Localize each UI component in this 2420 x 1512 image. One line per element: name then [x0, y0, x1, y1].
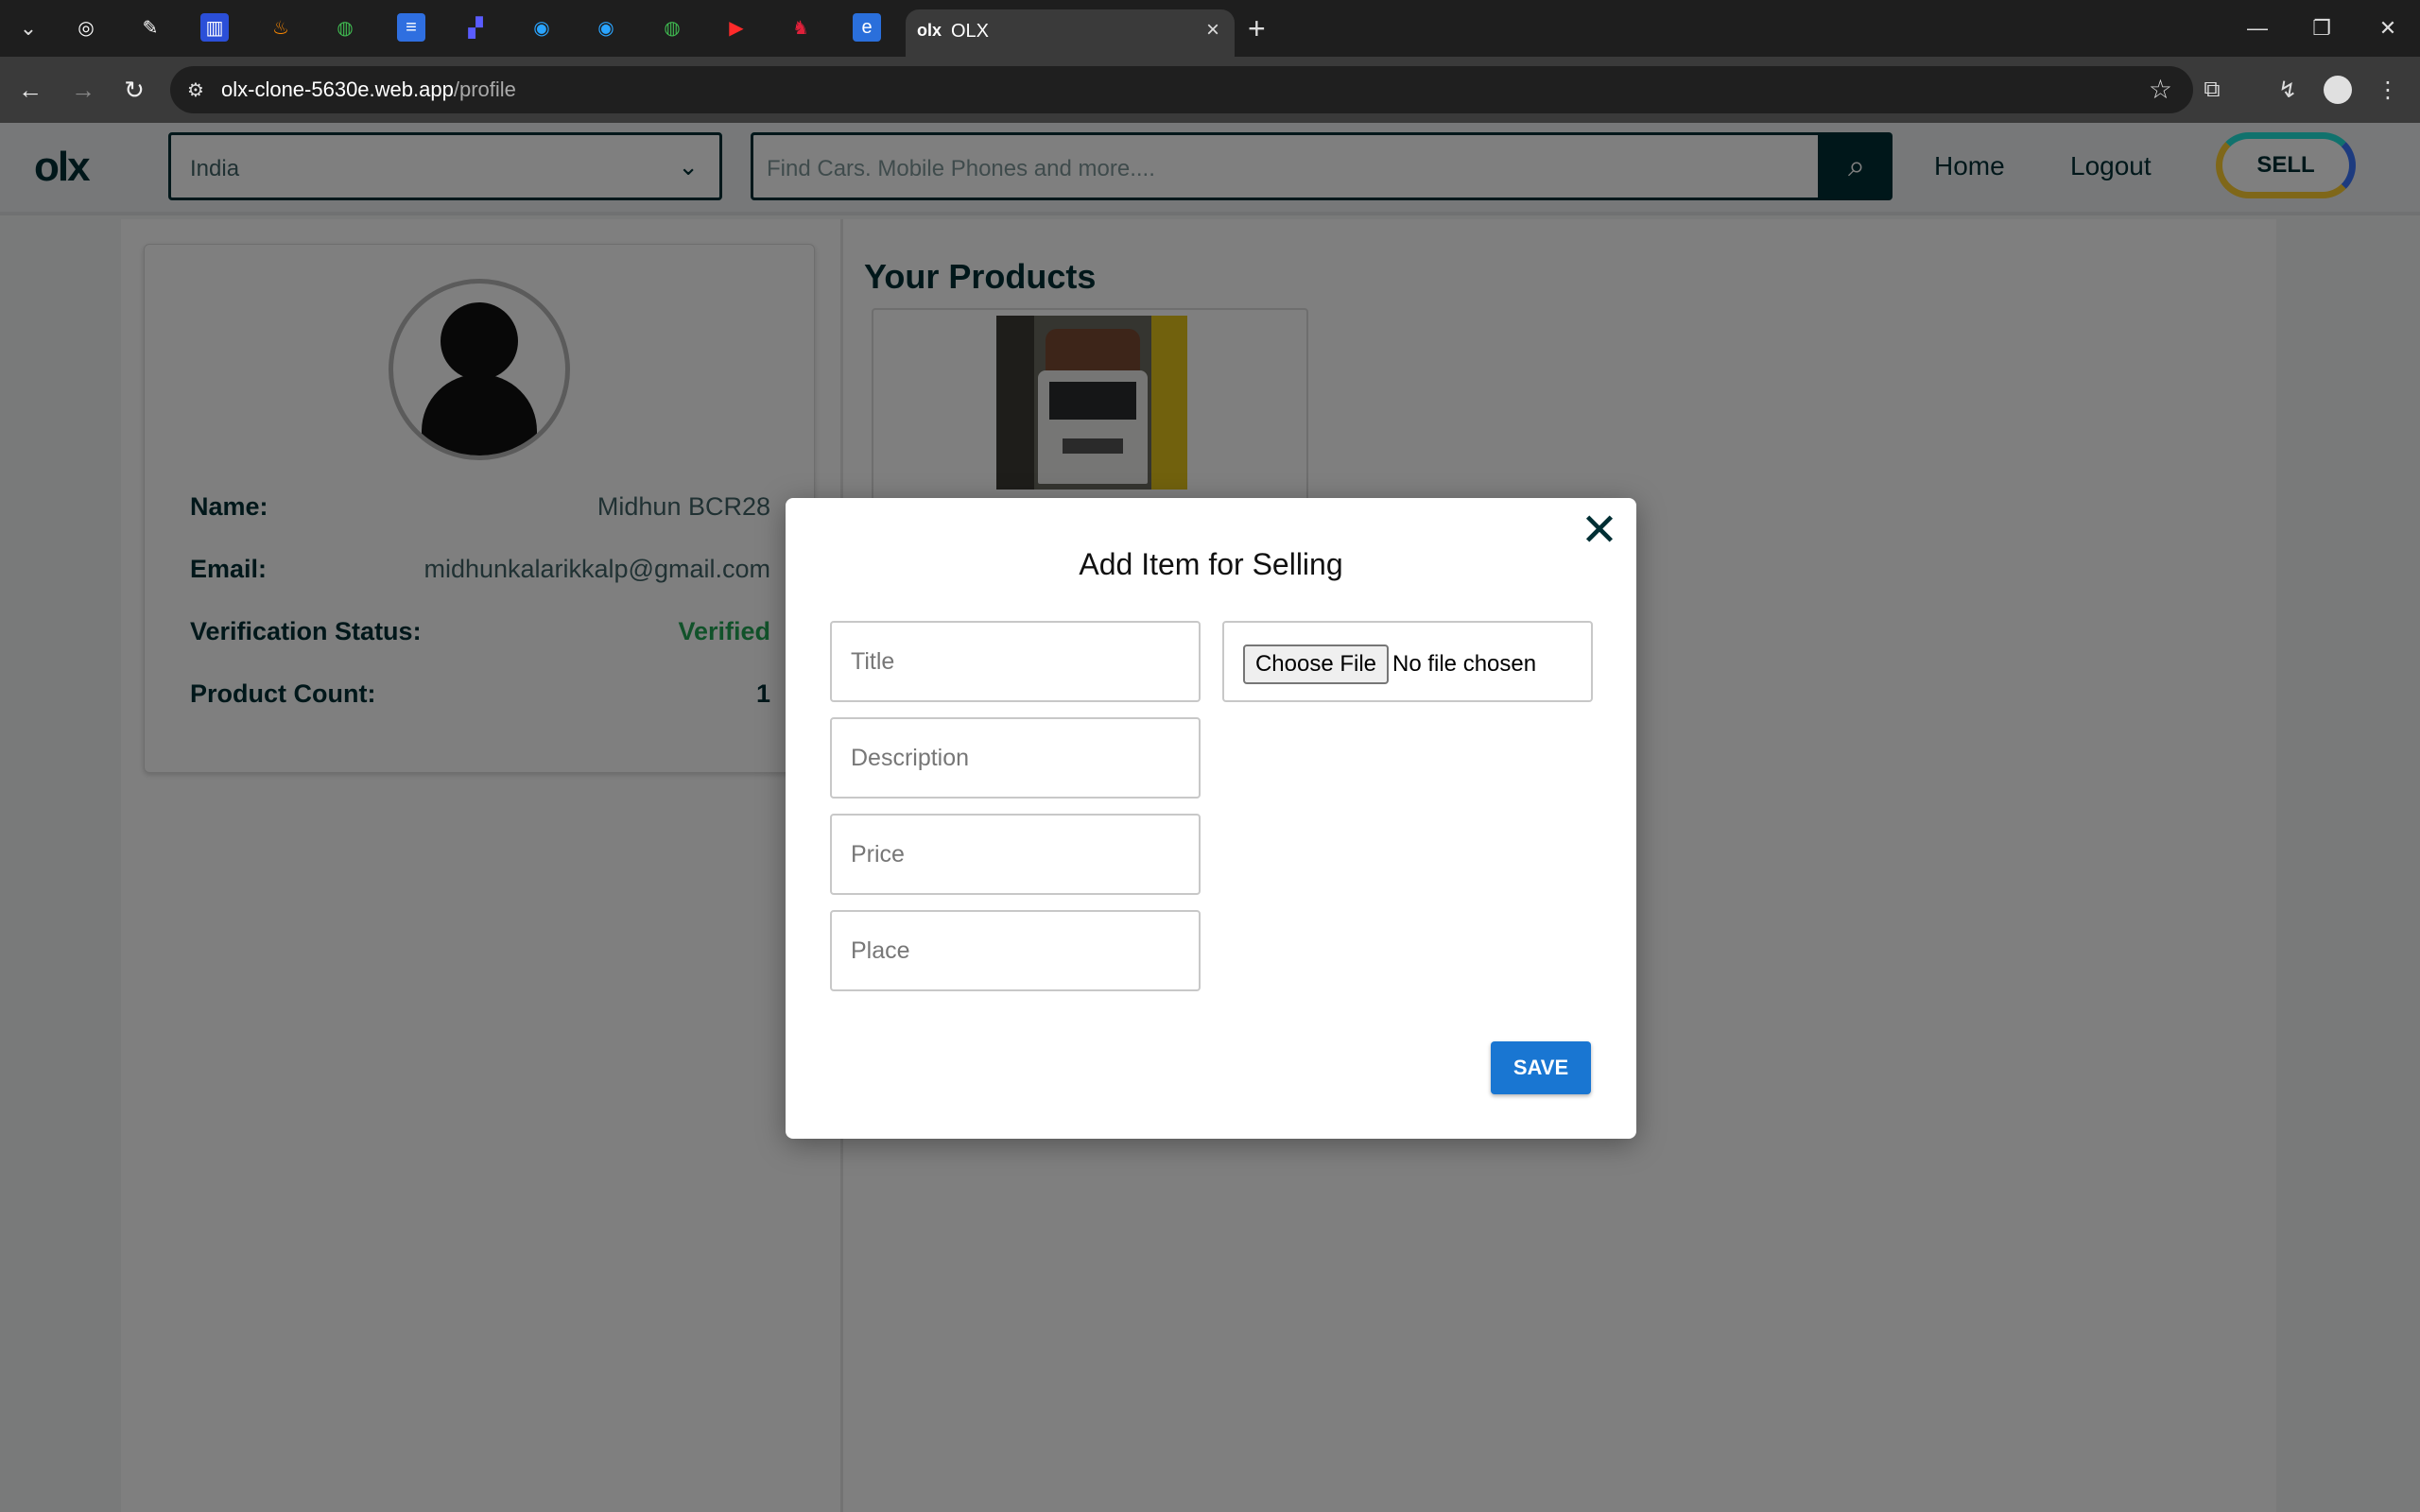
close-icon[interactable]: ✕	[1580, 508, 1619, 554]
youtube-icon[interactable]: ▶	[722, 13, 751, 42]
file-status: No file chosen	[1392, 651, 1537, 677]
nms-icon[interactable]: ▥	[200, 13, 229, 42]
tab-search-dropdown-icon[interactable]: ⌄	[13, 13, 43, 43]
browser-tab-bar: ⌄ ◎ ✎ ▥ ♨ ◍ ≡ ▞ ◉ ◉ ◍ ▶ ♞ e olx OLX × + …	[0, 0, 2420, 57]
add-item-modal: ✕ Add Item for Selling Title Description…	[786, 498, 1636, 1139]
title-placeholder: Title	[851, 648, 895, 675]
browser-toolbar: ← → ↻ ⚙ olx-clone-5630e.web.app/profile …	[0, 57, 2420, 123]
firebase-icon[interactable]: ♨	[267, 13, 295, 42]
tab-favicon-olx: olx	[917, 21, 942, 40]
new-tab-icon[interactable]: +	[1248, 11, 1266, 46]
window-close-icon[interactable]: ✕	[2369, 9, 2407, 47]
forward-icon[interactable]: →	[66, 73, 100, 107]
url-text: olx-clone-5630e.web.app/profile	[221, 77, 516, 102]
description-input[interactable]: Description	[830, 717, 1201, 799]
price-input[interactable]: Price	[830, 814, 1201, 895]
tab-close-icon[interactable]: ×	[1206, 17, 1219, 43]
place-placeholder: Place	[851, 937, 910, 964]
place-input[interactable]: Place	[830, 910, 1201, 991]
menu-kebab-icon[interactable]: ⋮	[2371, 73, 2405, 107]
choose-file-button[interactable]: Choose File	[1243, 644, 1389, 684]
bookmark-star-icon[interactable]: ☆	[2149, 74, 2172, 105]
title-input[interactable]: Title	[830, 621, 1201, 702]
url-path: /profile	[453, 77, 516, 101]
chrome-app-icon[interactable]: ◉	[592, 13, 620, 42]
save-button[interactable]: SAVE	[1491, 1041, 1591, 1094]
modal-title: Add Item for Selling	[1079, 547, 1343, 581]
address-bar[interactable]: ⚙ olx-clone-5630e.web.app/profile ☆	[170, 66, 2193, 113]
reload-icon[interactable]: ↻	[117, 73, 151, 107]
site-info-icon[interactable]: ⚙	[183, 77, 208, 102]
profile-avatar-icon[interactable]	[2324, 76, 2352, 104]
dog-icon[interactable]: ♞	[786, 13, 815, 42]
sync-icon[interactable]: ↯	[2271, 73, 2305, 107]
description-placeholder: Description	[851, 745, 970, 771]
price-placeholder: Price	[851, 841, 905, 868]
file-input: Choose File No file chosen	[1222, 621, 1593, 702]
globe-icon[interactable]: ◍	[331, 13, 359, 42]
extensions-icon[interactable]: ⧉	[2195, 73, 2229, 107]
patch-icon[interactable]: ✎	[136, 13, 164, 42]
restore-icon[interactable]: ❐	[2303, 9, 2341, 47]
minimize-icon[interactable]: —	[2238, 9, 2276, 47]
linear-icon[interactable]: ▞	[461, 13, 490, 42]
url-host: olx-clone-5630e.web.app	[221, 77, 454, 101]
docs-icon[interactable]: ≡	[397, 13, 425, 42]
tab-title: OLX	[951, 21, 990, 42]
extension-app-icon[interactable]: e	[853, 13, 881, 42]
back-icon[interactable]: ←	[13, 73, 47, 107]
chrome-app-icon[interactable]: ◉	[527, 13, 556, 42]
threads-icon[interactable]: ◎	[72, 13, 100, 42]
tab-olx[interactable]: olx OLX ×	[906, 9, 1235, 57]
globe-icon[interactable]: ◍	[658, 13, 686, 42]
